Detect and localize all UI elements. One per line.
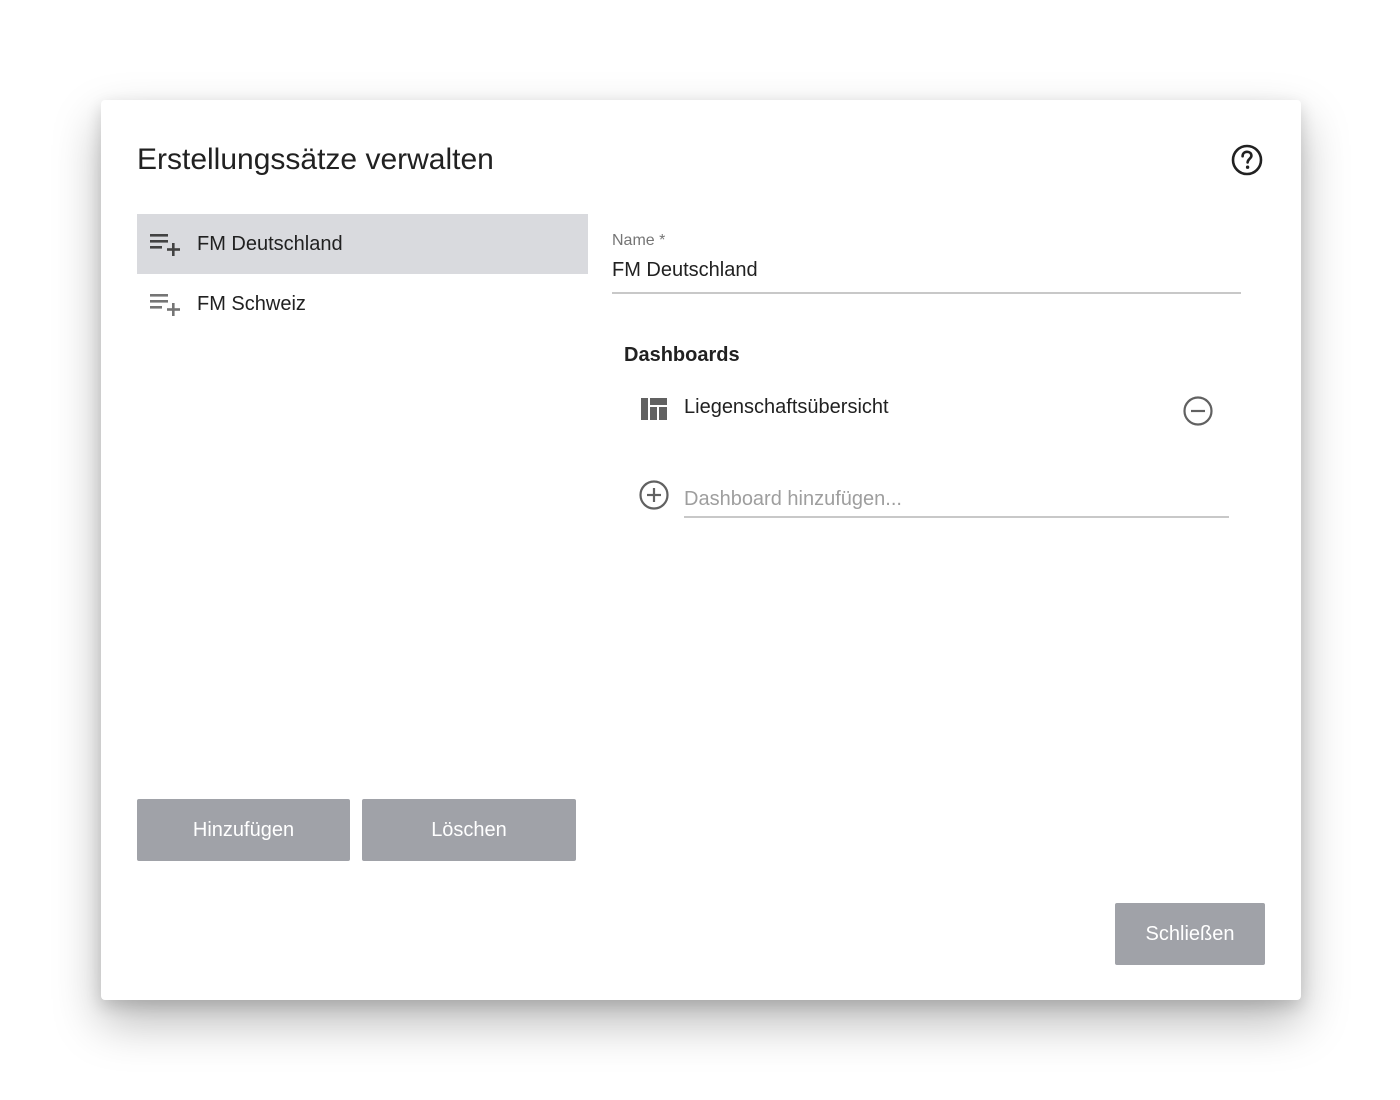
dashboard-icon [641, 398, 667, 420]
name-input[interactable] [612, 256, 1241, 284]
sets-list: FM Deutschland FM Schweiz [137, 214, 588, 334]
sets-list-item-label: FM Schweiz [197, 292, 306, 315]
sets-list-item-fm-deutschland[interactable]: FM Deutschland [137, 214, 588, 274]
manage-sets-dialog: Erstellungssätze verwalten FM Deutschlan… [101, 100, 1301, 1000]
add-circle-icon[interactable] [637, 478, 671, 512]
add-dashboard-input[interactable] [684, 482, 1229, 518]
playlist-add-icon [150, 234, 180, 256]
sets-list-item-label: FM Deutschland [197, 232, 343, 255]
add-set-button[interactable]: Hinzufügen [137, 799, 350, 861]
dashboard-label: Liegenschaftsübersicht [684, 396, 889, 418]
dashboards-heading: Dashboards [624, 344, 740, 366]
close-button[interactable]: Schließen [1115, 903, 1265, 965]
name-field: Name * [612, 230, 1241, 294]
dashboard-list-item: Liegenschaftsübersicht [624, 388, 1224, 432]
delete-set-button[interactable]: Löschen [362, 799, 576, 861]
sets-list-item-fm-schweiz[interactable]: FM Schweiz [137, 274, 588, 334]
dialog-title: Erstellungssätze verwalten [137, 143, 494, 176]
add-dashboard-row [624, 476, 1234, 520]
name-field-label: Name * [612, 232, 666, 249]
playlist-add-icon [150, 294, 180, 316]
help-circle-icon[interactable] [1229, 142, 1265, 178]
remove-circle-icon[interactable] [1181, 394, 1215, 428]
